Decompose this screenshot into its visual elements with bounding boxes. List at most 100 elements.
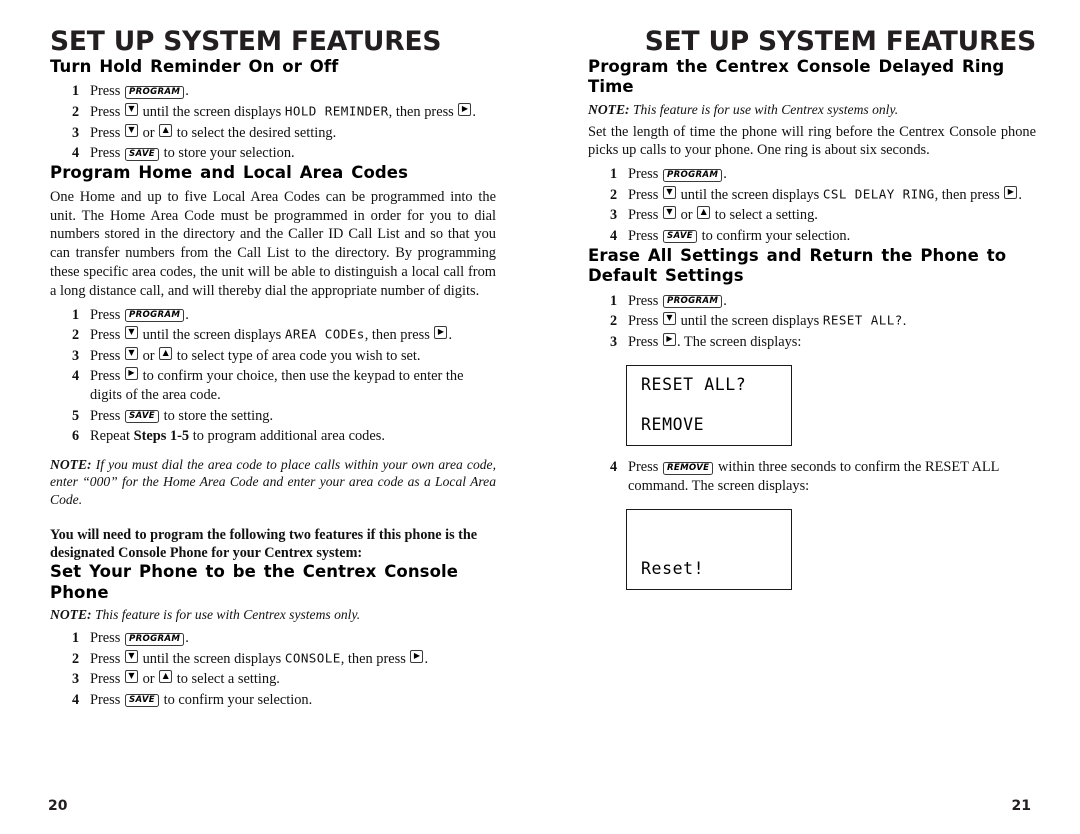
step-text-pre: Press [90, 327, 124, 344]
step-item: 2 Press ▼ until the screen displays HOLD… [50, 103, 496, 122]
step-text-mid: . [185, 630, 189, 647]
step-text-mid: until the screen displays [138, 650, 285, 667]
step-text-pre: Repeat [90, 428, 134, 445]
save-key-icon: SAVE [662, 230, 697, 244]
step-text-pre: Press [628, 313, 662, 330]
manual-page-spread: SET UP SYSTEM FEATURES Turn Hold Reminde… [0, 0, 1080, 834]
step-text-mid: to store your selection. [159, 145, 295, 162]
heading-set-console-phone: Set Your Phone to be the Centrex Console… [50, 562, 459, 602]
step-text-mid: to confirm your selection. [697, 227, 851, 244]
arrow-down-key-icon: ▼ [124, 649, 138, 663]
step-text-end: . [448, 327, 453, 344]
lcd-display-reset-done: Reset! [626, 509, 792, 591]
arrow-right-key-icon: ▶ [1004, 185, 1018, 199]
note-label: NOTE: [588, 101, 630, 117]
arrow-down-key-icon: ▼ [124, 346, 138, 360]
step-number: 1 [610, 166, 618, 183]
step-item: 4 Press SAVE to store your selection. [50, 144, 496, 163]
step-text-end: . [472, 104, 476, 121]
running-head-right: SET UP SYSTEM FEATURES [644, 26, 1036, 57]
page-number-left: 20 [48, 798, 68, 814]
step-text-post: , then press [934, 186, 1004, 203]
step-number: 4 [610, 227, 618, 244]
step-number: 4 [72, 368, 80, 385]
step-text-pre: Press [90, 347, 124, 364]
step-text-post: to select the desired setting. [173, 124, 337, 141]
step-item: 3 Press ▼ or ▲ to select a setting. [50, 670, 496, 689]
step-item: 3 Press ▶. The screen displays: [588, 333, 1036, 352]
step-item: 6 Repeat Steps 1-5 to program additional… [50, 427, 496, 446]
arrow-down-key-icon: ▼ [124, 670, 138, 684]
program-key-icon: PROGRAM [662, 295, 723, 309]
step-number: 1 [610, 292, 618, 309]
paragraph-delayed-ring-time: Set the length of time the phone will ri… [588, 123, 1036, 159]
arrow-down-key-icon: ▼ [124, 326, 138, 340]
step-item: 1 Press PROGRAM. [588, 292, 1036, 311]
note-area-codes: NOTE: If you must dial the area code to … [50, 456, 496, 509]
steps-set-console-phone: 1 Press PROGRAM. 2 Press ▼ until the scr… [50, 629, 496, 710]
step-text-end: . [424, 650, 429, 667]
step-number: 3 [610, 334, 618, 351]
step-text-mid: . [723, 292, 727, 309]
step-text-mid: . [185, 83, 189, 100]
step-number: 1 [72, 630, 80, 647]
step-item: 4 Press SAVE to confirm your selection. [588, 227, 1036, 246]
step-number: 2 [610, 313, 618, 330]
step-item: 2 Press ▼ until the screen displays CSL … [588, 185, 1036, 205]
step-text-pre: Press [628, 227, 662, 244]
step-item: 1 Press PROGRAM. [50, 82, 496, 101]
lcd-text: RESET ALL? [822, 313, 903, 329]
arrow-right-key-icon: ▶ [124, 367, 138, 381]
program-key-icon: PROGRAM [124, 309, 185, 322]
step-number: 4 [72, 145, 80, 162]
arrow-right-key-icon: ▶ [662, 333, 676, 347]
step-item: 5 Press SAVE to store the setting. [50, 407, 496, 426]
lcd-display-reset-all: RESET ALL? REMOVE [626, 365, 792, 447]
lcd-text: CSL DELAY RING [822, 186, 935, 202]
step-text-pre: Press [90, 124, 124, 141]
arrow-down-key-icon: ▼ [662, 312, 676, 326]
step-text-mid: until the screen displays [138, 327, 285, 344]
step-text-mid: . [723, 166, 727, 183]
steps-delayed-ring-time: 1 Press PROGRAM. 2 Press ▼ until the scr… [588, 165, 1036, 246]
step-text-pre: Press [90, 145, 124, 162]
step-text-pre: Press [90, 691, 124, 708]
heading-turn-hold-reminder: Turn Hold Reminder On or Off [50, 57, 339, 76]
step-text-mid: until the screen displays [676, 186, 823, 203]
step-number: 3 [72, 347, 80, 364]
step-item: 3 Press ▼ or ▲ to select type of area co… [50, 346, 496, 366]
step-text-mid: or [138, 124, 159, 141]
heading-program-area-codes: Program Home and Local Area Codes [50, 163, 409, 183]
arrow-down-key-icon: ▼ [662, 185, 676, 199]
step-text-mid: to confirm your selection. [159, 691, 313, 708]
step-number: 3 [72, 124, 80, 141]
step-number: 6 [72, 428, 80, 445]
step-number: 3 [610, 207, 618, 224]
step-text-mid: to store the setting. [159, 407, 274, 424]
arrow-down-key-icon: ▼ [124, 103, 138, 117]
step-text-post: to select a setting. [173, 671, 280, 688]
step-text-post: to select a setting. [711, 207, 818, 224]
step-text-mid: to program additional area codes. [189, 428, 385, 445]
arrow-up-key-icon: ▲ [159, 670, 173, 684]
step-text-post: , then press [340, 650, 410, 667]
program-key-icon: PROGRAM [124, 85, 185, 99]
step-number: 2 [72, 650, 80, 667]
step-item: 2 Press ▼ until the screen displays AREA… [50, 326, 496, 345]
step-text-pre: Press [90, 306, 124, 323]
step-text-pre: Press [90, 650, 124, 667]
lcd-text: AREA CODEs [284, 326, 365, 342]
arrow-right-key-icon: ▶ [410, 649, 424, 663]
step-text-bold: Steps 1-5 [133, 428, 190, 445]
arrow-right-key-icon: ▶ [434, 326, 448, 340]
page-number-right: 21 [1011, 798, 1031, 814]
heading-erase-all-settings: Erase All Settings and Return the Phone … [588, 245, 1007, 286]
step-text-post: , then press [388, 104, 458, 121]
step-text-pre: Press [90, 83, 124, 100]
note-label: NOTE: [50, 456, 92, 472]
step-text-mid: . The screen displays: [676, 334, 802, 351]
paragraph-area-codes: One Home and up to five Local Area Codes… [50, 188, 496, 299]
step-number: 4 [610, 459, 618, 476]
steps-turn-hold-reminder: 1 Press PROGRAM. 2 Press ▼ until the scr… [50, 82, 496, 163]
steps-program-area-codes: 1 Press PROGRAM. 2 Press ▼ until the scr… [50, 306, 496, 447]
